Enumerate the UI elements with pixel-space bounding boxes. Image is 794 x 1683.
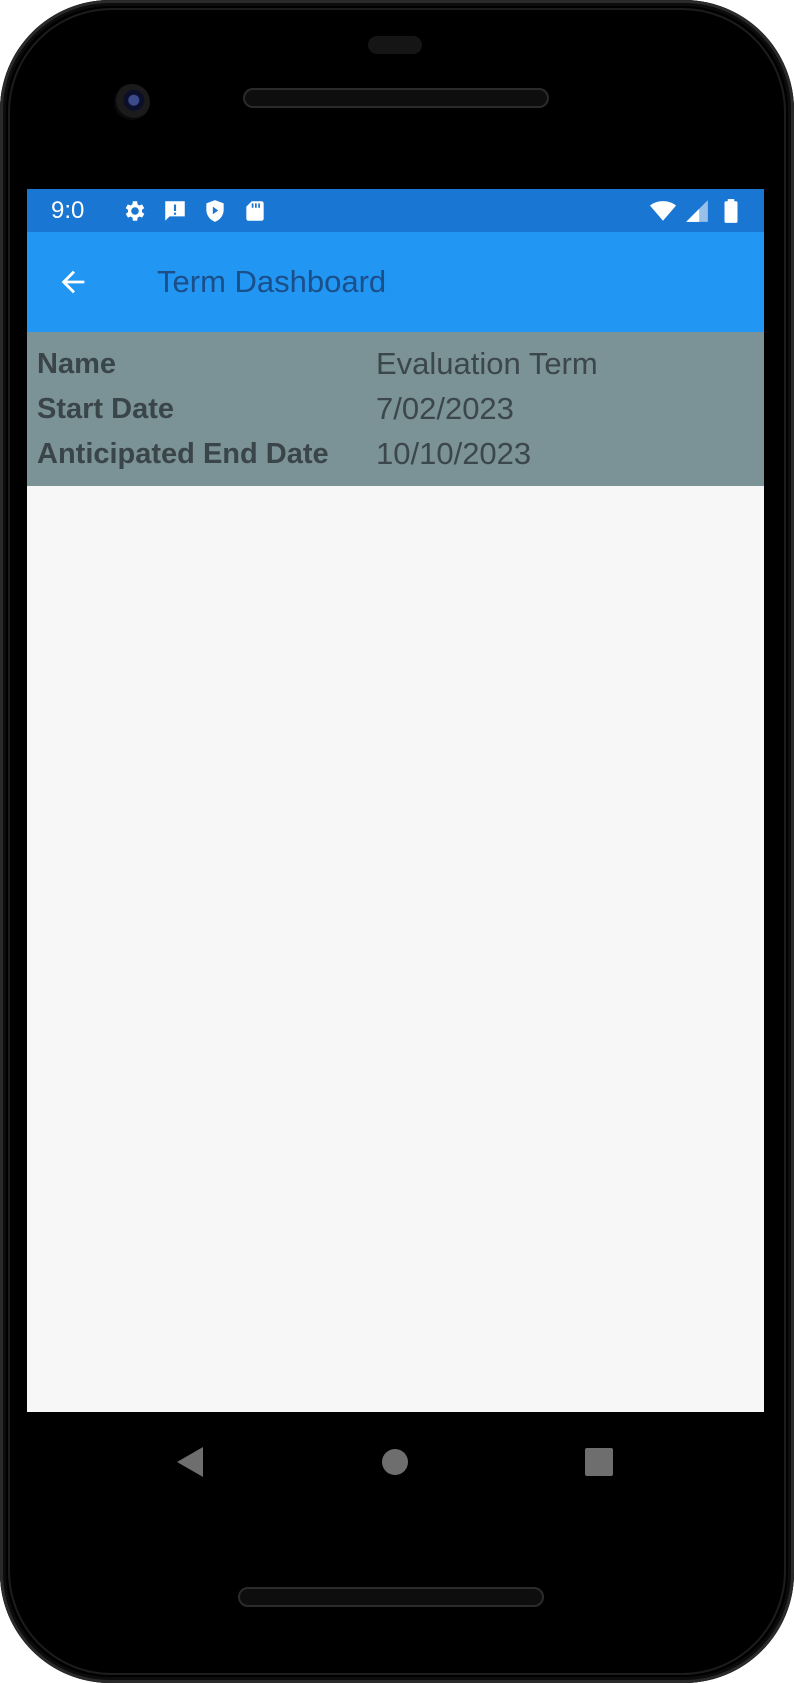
alert-message-icon bbox=[165, 201, 185, 221]
app-bar: Term Dashboard bbox=[27, 232, 764, 332]
back-triangle-icon bbox=[177, 1447, 203, 1477]
nav-back-button[interactable] bbox=[158, 1430, 222, 1494]
start-date-label: Start Date bbox=[37, 393, 174, 425]
term-info-panel: Name Evaluation Term Start Date 7/02/202… bbox=[27, 332, 764, 486]
back-button[interactable] bbox=[49, 258, 97, 306]
earpiece-slot bbox=[368, 36, 422, 54]
status-system-icons bbox=[650, 198, 744, 224]
shield-play-icon bbox=[206, 200, 224, 222]
nav-recents-button[interactable] bbox=[567, 1430, 631, 1494]
top-speaker-grille bbox=[243, 88, 549, 108]
status-time: 9:0 bbox=[51, 197, 85, 224]
front-camera bbox=[114, 84, 150, 120]
home-circle-icon bbox=[382, 1449, 408, 1475]
term-name-row: Name Evaluation Term bbox=[37, 342, 757, 386]
battery-icon bbox=[724, 199, 738, 223]
term-name-value: Evaluation Term bbox=[376, 346, 598, 381]
gear-icon bbox=[125, 201, 145, 221]
term-name-label: Name bbox=[37, 348, 116, 380]
end-date-value: 10/10/2023 bbox=[376, 436, 532, 471]
screen: 9:0 Term Dashboard Name Evaluation Term … bbox=[27, 189, 764, 1412]
cell-signal-icon bbox=[686, 200, 708, 222]
start-date-row: Start Date 7/02/2023 bbox=[37, 387, 757, 431]
end-date-label: Anticipated End Date bbox=[37, 438, 329, 470]
bottom-speaker-grille bbox=[238, 1587, 544, 1607]
start-date-value: 7/02/2023 bbox=[376, 391, 514, 426]
recents-square-icon bbox=[585, 1448, 613, 1476]
phone-frame: 9:0 Term Dashboard Name Evaluation Term … bbox=[0, 0, 794, 1683]
status-bar: 9:0 bbox=[27, 189, 764, 232]
page-title: Term Dashboard bbox=[157, 264, 387, 299]
status-notification-icons bbox=[122, 198, 268, 224]
arrow-left-icon bbox=[61, 270, 85, 294]
sd-card-icon bbox=[246, 201, 264, 221]
nav-home-button[interactable] bbox=[363, 1430, 427, 1494]
end-date-row: Anticipated End Date 10/10/2023 bbox=[37, 432, 757, 476]
wifi-icon bbox=[650, 201, 676, 221]
